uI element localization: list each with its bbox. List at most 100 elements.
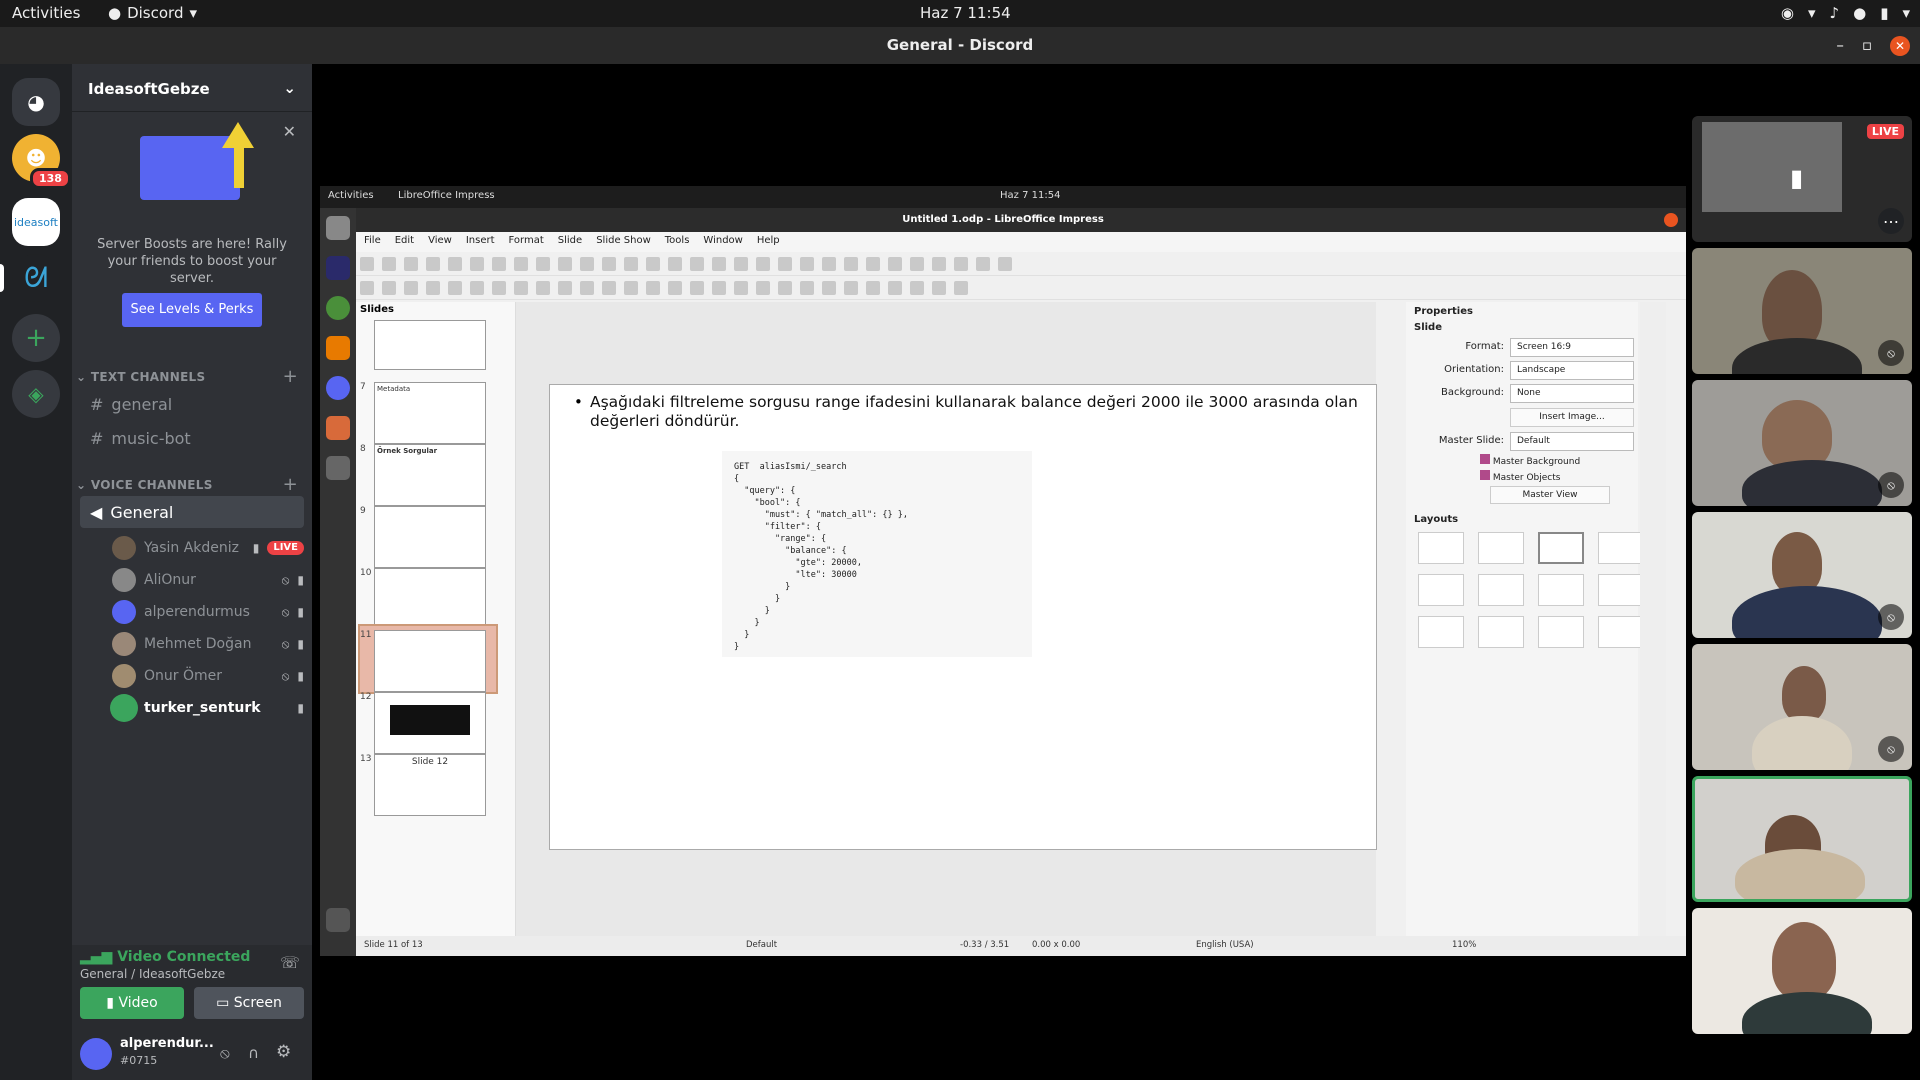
voice-user-onur[interactable]: Onur Ömer ⦸ ▮ (112, 662, 304, 690)
discord-tray-icon[interactable]: ◉ (1781, 4, 1794, 22)
channel-music-bot[interactable]: # music-bot (80, 422, 304, 454)
camera-icon: ▮ (1790, 164, 1804, 192)
voice-user-alionur[interactable]: AliOnur ⦸ ▮ (112, 566, 304, 594)
channel-label: music-bot (111, 428, 191, 448)
user-name: Yasin Akdeniz (144, 540, 240, 556)
active-server-indicator (0, 264, 4, 292)
signal-icon: ▂▄▆ (80, 949, 118, 965)
bullet-icon: • (574, 393, 583, 411)
stream-preview (1702, 122, 1842, 212)
speaker-icon: ◀ (90, 502, 103, 522)
battery-icon[interactable]: ▮ (1880, 4, 1888, 22)
minimize-icon[interactable]: – (1836, 27, 1844, 64)
voice-channels-header[interactable]: ⌄ VOICE CHANNELS + (76, 474, 308, 495)
explore-servers-icon[interactable]: ◈ (12, 370, 60, 418)
shared-screen-content: Activities LibreOffice Impress Haz 7 11:… (320, 186, 1686, 956)
channel-label: general (111, 394, 173, 414)
participant-body (1742, 992, 1872, 1034)
participant-body (1732, 338, 1862, 374)
user-name: alperendurmus (144, 604, 250, 620)
status-master: Default (746, 940, 778, 950)
add-server-icon[interactable]: + (12, 314, 60, 362)
wifi-icon[interactable]: ▾ (1808, 4, 1816, 22)
more-options-icon[interactable]: … (1878, 208, 1904, 234)
slide-thumb-10 (374, 568, 486, 630)
channel-general[interactable]: # general (80, 388, 304, 420)
close-icon[interactable]: ✕ (1890, 35, 1910, 56)
chevron-down-icon: ▾ (189, 4, 198, 22)
screen-button[interactable]: ▭ Screen (194, 987, 304, 1019)
discord-home-icon[interactable]: ◕ (12, 78, 60, 126)
hash-icon: # (90, 394, 104, 414)
headphones-icon[interactable]: ∩ (248, 1044, 259, 1062)
master-slide-row: Master Slide: Default (1406, 432, 1638, 452)
server-header[interactable]: IdeasoftGebze ⌄ (72, 64, 312, 112)
slide-code-block: GET aliasIsmi/_search { "query": { "bool… (722, 451, 1032, 657)
video-tile-stream[interactable]: LIVE ▮ … (1692, 116, 1912, 242)
chevron-down-icon[interactable]: ▾ (1902, 4, 1910, 22)
video-tile-user-2[interactable]: ⦸ (1692, 380, 1912, 506)
connection-location[interactable]: General / IdeasoftGebze (80, 967, 225, 981)
chrome-icon (326, 296, 350, 320)
participant-body (1742, 460, 1882, 506)
server-icon-ideasoft[interactable]: ideasoft (12, 198, 60, 246)
add-channel-icon[interactable]: + (283, 366, 298, 387)
voice-user-turker[interactable]: turker_senturk ▮ (112, 694, 304, 722)
master-background-checkbox: Master Background (1480, 454, 1580, 467)
avatar[interactable] (80, 1038, 112, 1070)
activities-button[interactable]: Activities (12, 4, 80, 22)
channel-label: General (110, 502, 174, 522)
voice-connection-panel: ▂▄▆ Video Connected General / IdeasoftGe… (72, 945, 312, 1041)
video-tile-user-6[interactable] (1692, 908, 1912, 1034)
slide-thumb-9 (374, 506, 486, 568)
mic-icon[interactable]: ● (1853, 4, 1866, 22)
status-zoom: 110% (1452, 940, 1477, 950)
voice-channel-general[interactable]: ◀ General (80, 496, 304, 528)
video-tile-user-4[interactable]: ⦸ (1692, 644, 1912, 770)
close-icon[interactable]: ✕ (283, 122, 296, 141)
avatar (112, 568, 136, 592)
orientation-label: Orientation: (1444, 364, 1504, 375)
voice-channels-label: VOICE CHANNELS (90, 478, 213, 492)
menu-format: Format (508, 235, 544, 246)
app-menu[interactable]: ● Discord ▾ (108, 4, 197, 22)
see-levels-button[interactable]: See Levels & Perks (122, 293, 262, 327)
clock[interactable]: Haz 7 11:54 (920, 4, 1011, 22)
video-tile-user-1[interactable]: ⦸ (1692, 248, 1912, 374)
slide-section-title: Slide (1414, 322, 1442, 333)
voice-user-yasin[interactable]: Yasin Akdeniz ▮ LIVE (112, 534, 304, 562)
master-objects-label: Master Objects (1492, 473, 1561, 483)
server-icon-3[interactable]: ᘛ (12, 254, 60, 302)
add-channel-icon[interactable]: + (283, 474, 298, 495)
connection-status-text: Video Connected (117, 949, 251, 965)
master-slide-select: Default (1510, 432, 1634, 451)
inner-clock: Haz 7 11:54 (1000, 190, 1061, 201)
mention-badge: 138 (30, 168, 71, 189)
slides-pane-title: Slides (360, 304, 394, 315)
slide-thumb-8: Örnek Sorgular (374, 444, 486, 506)
mic-muted-icon: ⦸ (1878, 736, 1904, 762)
mic-muted-icon[interactable]: ⦸ (220, 1044, 230, 1062)
text-channels-header[interactable]: ⌄ TEXT CHANNELS + (76, 366, 308, 387)
voice-user-mehmet[interactable]: Mehmet Doğan ⦸ ▮ (112, 630, 304, 658)
voice-user-alperendurmus[interactable]: alperendurmus ⦸ ▮ (112, 598, 304, 626)
participant-video (1772, 532, 1822, 594)
connection-status[interactable]: ▂▄▆ Video Connected (80, 949, 250, 965)
user-name[interactable]: alperendur... (120, 1036, 214, 1051)
slide-thumb-12 (374, 692, 486, 754)
camera-icon: ▮ (297, 604, 304, 619)
volume-icon[interactable]: ♪ (1830, 4, 1840, 22)
video-button[interactable]: ▮ Video (80, 987, 184, 1019)
layouts-section-title: Layouts (1414, 514, 1459, 525)
discord-dock-icon (326, 376, 350, 400)
impress-toolbar-2 (356, 276, 1686, 300)
maximize-icon[interactable]: ▫ (1862, 27, 1872, 64)
disconnect-icon[interactable]: ☏ (280, 953, 300, 972)
phpstorm-icon (326, 256, 350, 280)
mic-muted-icon: ⦸ (281, 572, 290, 587)
settings-icon[interactable]: ⚙ (276, 1042, 291, 1062)
camera-icon: ▮ (297, 572, 304, 587)
system-tray[interactable]: ◉ ▾ ♪ ● ▮ ▾ (1781, 4, 1910, 22)
video-tile-user-3[interactable]: ⦸ (1692, 512, 1912, 638)
video-tile-user-5-speaking[interactable] (1692, 776, 1912, 902)
